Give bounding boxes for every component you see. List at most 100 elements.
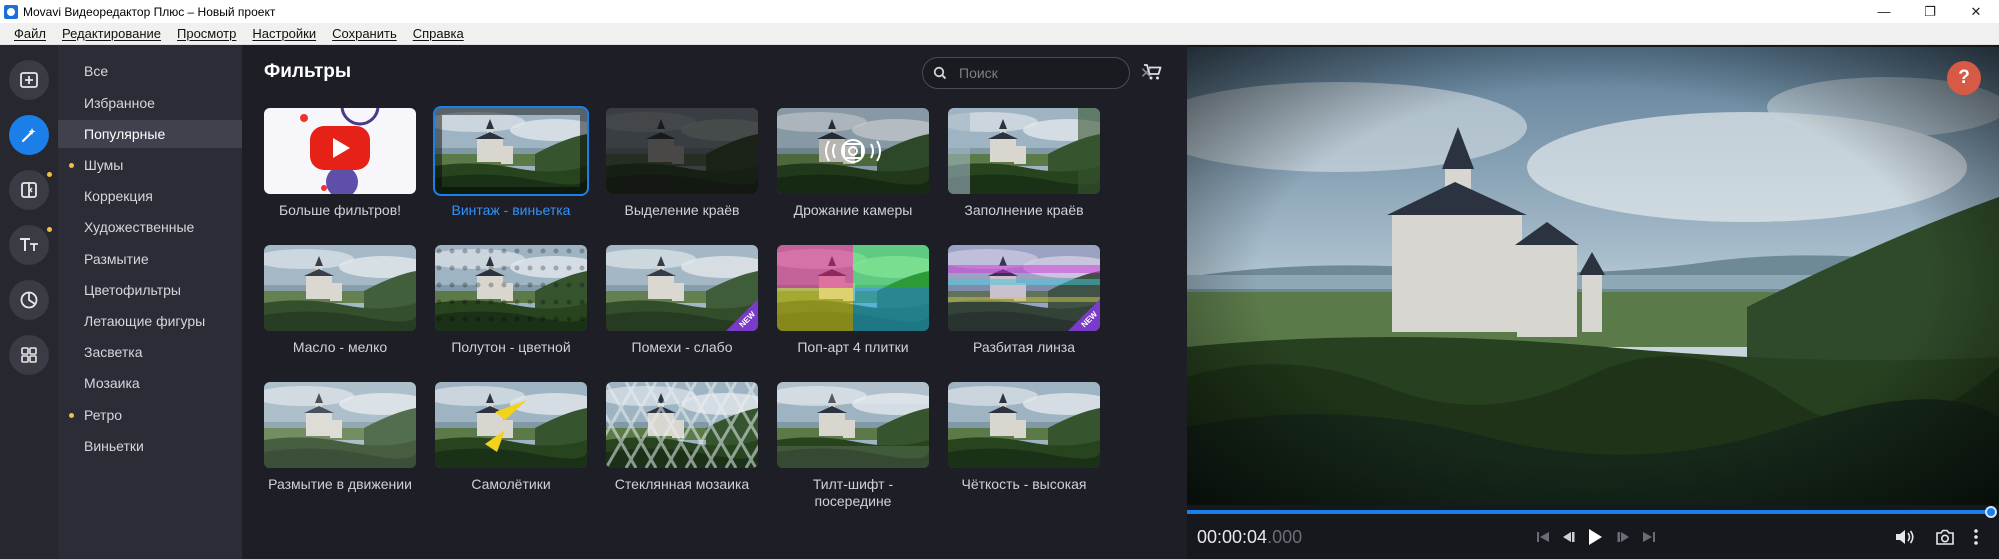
filter-category-list: Все Избранное Популярные Шумы Коррекция … — [58, 45, 242, 559]
import-button[interactable] — [9, 60, 49, 100]
help-button[interactable]: ? — [1947, 61, 1981, 95]
filter-tile[interactable]: Размытие в движении — [264, 382, 416, 493]
filter-thumbnail[interactable] — [264, 108, 416, 194]
filter-label: Больше фильтров! — [278, 202, 402, 218]
more-tools-button[interactable] — [9, 335, 49, 375]
filter-tile[interactable]: Самолётики — [435, 382, 587, 493]
filters-tool-button[interactable] — [9, 115, 49, 155]
search-input[interactable] — [959, 65, 1140, 81]
category-item[interactable]: Цветофильтры — [58, 276, 242, 304]
filter-tile[interactable]: Винтаж - виньетка — [433, 106, 589, 219]
filter-thumbnail[interactable] — [777, 245, 929, 331]
filter-thumbnail[interactable] — [264, 382, 416, 468]
filter-thumbnail[interactable]: NEW — [948, 245, 1100, 331]
search-box[interactable]: ✕ — [922, 57, 1153, 89]
menu-settings[interactable]: Настройки — [252, 26, 316, 41]
filter-thumbnail[interactable] — [606, 108, 758, 194]
filter-tile[interactable]: Тилт-шифт - посередине — [777, 382, 929, 510]
filter-thumbnail[interactable] — [435, 382, 587, 468]
filter-tile[interactable]: Поп-арт 4 плитки — [777, 245, 929, 356]
filter-thumbnail[interactable] — [948, 382, 1100, 468]
menu-help[interactable]: Справка — [413, 26, 464, 41]
filter-tile[interactable]: Дрожание камеры — [777, 108, 929, 219]
menu-file[interactable]: Файл — [14, 26, 46, 41]
category-label: Художественные — [84, 219, 195, 235]
filter-tile[interactable]: Больше фильтров! — [264, 108, 416, 219]
category-label: Коррекция — [84, 188, 153, 204]
snapshot-button[interactable] — [1933, 525, 1957, 549]
more-options-button[interactable] — [1969, 525, 1983, 549]
previous-frame-button[interactable] — [1559, 525, 1579, 549]
filter-label: Чёткость - высокая — [961, 476, 1087, 492]
category-item[interactable]: Засветка — [58, 338, 242, 366]
filter-tile[interactable]: Заполнение краёв — [948, 108, 1100, 219]
filter-thumbnail[interactable] — [433, 106, 589, 196]
play-icon — [1589, 529, 1602, 545]
filter-label: Масло - мелко — [292, 339, 388, 355]
preview-panel: ? 00:00:04.000 — [1187, 45, 1999, 559]
filter-tile[interactable]: NEW Разбитая линза — [948, 245, 1100, 356]
filter-thumbnail[interactable] — [435, 245, 587, 331]
category-item[interactable]: Размытие — [58, 245, 242, 273]
filter-label: Поп-арт 4 плитки — [797, 339, 909, 355]
playhead-handle[interactable] — [1984, 506, 1997, 518]
filter-label: Заполнение краёв — [964, 202, 1084, 218]
minimize-button[interactable]: — — [1861, 0, 1907, 23]
menu-export[interactable]: Сохранить — [332, 26, 397, 41]
previous-frame-icon — [1563, 532, 1575, 542]
filter-tile[interactable]: Масло - мелко — [264, 245, 416, 356]
filter-thumbnail[interactable] — [948, 108, 1100, 194]
filter-tile[interactable]: Чёткость - высокая — [948, 382, 1100, 493]
category-item[interactable]: Все — [58, 57, 242, 85]
filter-thumbnail[interactable] — [777, 108, 929, 194]
filter-thumbnail[interactable] — [777, 382, 929, 468]
filter-label: Дрожание камеры — [793, 202, 913, 218]
category-item[interactable]: Мозаика — [58, 369, 242, 397]
close-button[interactable]: ✕ — [1953, 0, 1999, 23]
menu-edit[interactable]: Редактирование — [62, 26, 161, 41]
filter-tile[interactable]: Стеклянная мозаика — [606, 382, 758, 493]
category-item[interactable]: Летающие фигуры — [58, 307, 242, 335]
volume-button[interactable] — [1892, 525, 1918, 549]
camera-icon — [1936, 529, 1954, 545]
category-item[interactable]: Коррекция — [58, 182, 242, 210]
transitions-tool-button[interactable] — [9, 170, 52, 210]
category-item[interactable]: Избранное — [58, 89, 242, 117]
search-icon — [933, 63, 947, 83]
stickers-tool-button[interactable] — [9, 280, 49, 320]
stickers-icon — [20, 291, 38, 309]
timecode-ms: .000 — [1267, 527, 1303, 547]
go-to-end-button[interactable] — [1639, 525, 1659, 549]
store-cart-button[interactable] — [1142, 61, 1166, 85]
window-title: Movavi Видеоредактор Плюс – Новый проект — [23, 4, 276, 19]
filter-thumbnail[interactable] — [264, 245, 416, 331]
filter-label: Стеклянная мозаика — [614, 476, 750, 492]
filters-magic-wand-icon — [21, 128, 36, 143]
filter-tile[interactable]: NEW Помехи - слабо — [606, 245, 758, 356]
play-button[interactable] — [1583, 525, 1607, 549]
transitions-icon — [21, 182, 37, 198]
category-item[interactable]: Художественные — [58, 213, 242, 241]
next-frame-button[interactable] — [1613, 525, 1633, 549]
titles-icon — [20, 238, 38, 251]
new-content-dot — [69, 163, 74, 168]
filter-thumbnail[interactable]: NEW — [606, 245, 758, 331]
video-preview — [1187, 47, 1999, 505]
category-label: Избранное — [84, 95, 155, 111]
filter-tile[interactable]: Полутон - цветной — [435, 245, 587, 356]
titles-tool-button[interactable] — [9, 225, 52, 265]
skip-to-end-icon — [1643, 532, 1655, 542]
filter-thumbnail[interactable] — [606, 382, 758, 468]
filter-label: Винтаж - виньетка — [451, 202, 571, 218]
playback-progress-bar[interactable] — [1187, 510, 1991, 514]
category-item[interactable]: Виньетки — [58, 432, 242, 460]
menu-view[interactable]: Просмотр — [177, 26, 236, 41]
category-item[interactable]: Ретро — [58, 401, 242, 429]
timecode-value: 00:00:04 — [1197, 527, 1268, 547]
go-to-start-button[interactable] — [1533, 525, 1553, 549]
category-item[interactable]: Шумы — [58, 151, 242, 179]
cart-icon — [1144, 64, 1162, 80]
restore-button[interactable]: ❐ — [1907, 0, 1953, 23]
category-item-active[interactable]: Популярные — [58, 120, 242, 148]
filter-tile[interactable]: Выделение краёв — [606, 108, 758, 219]
